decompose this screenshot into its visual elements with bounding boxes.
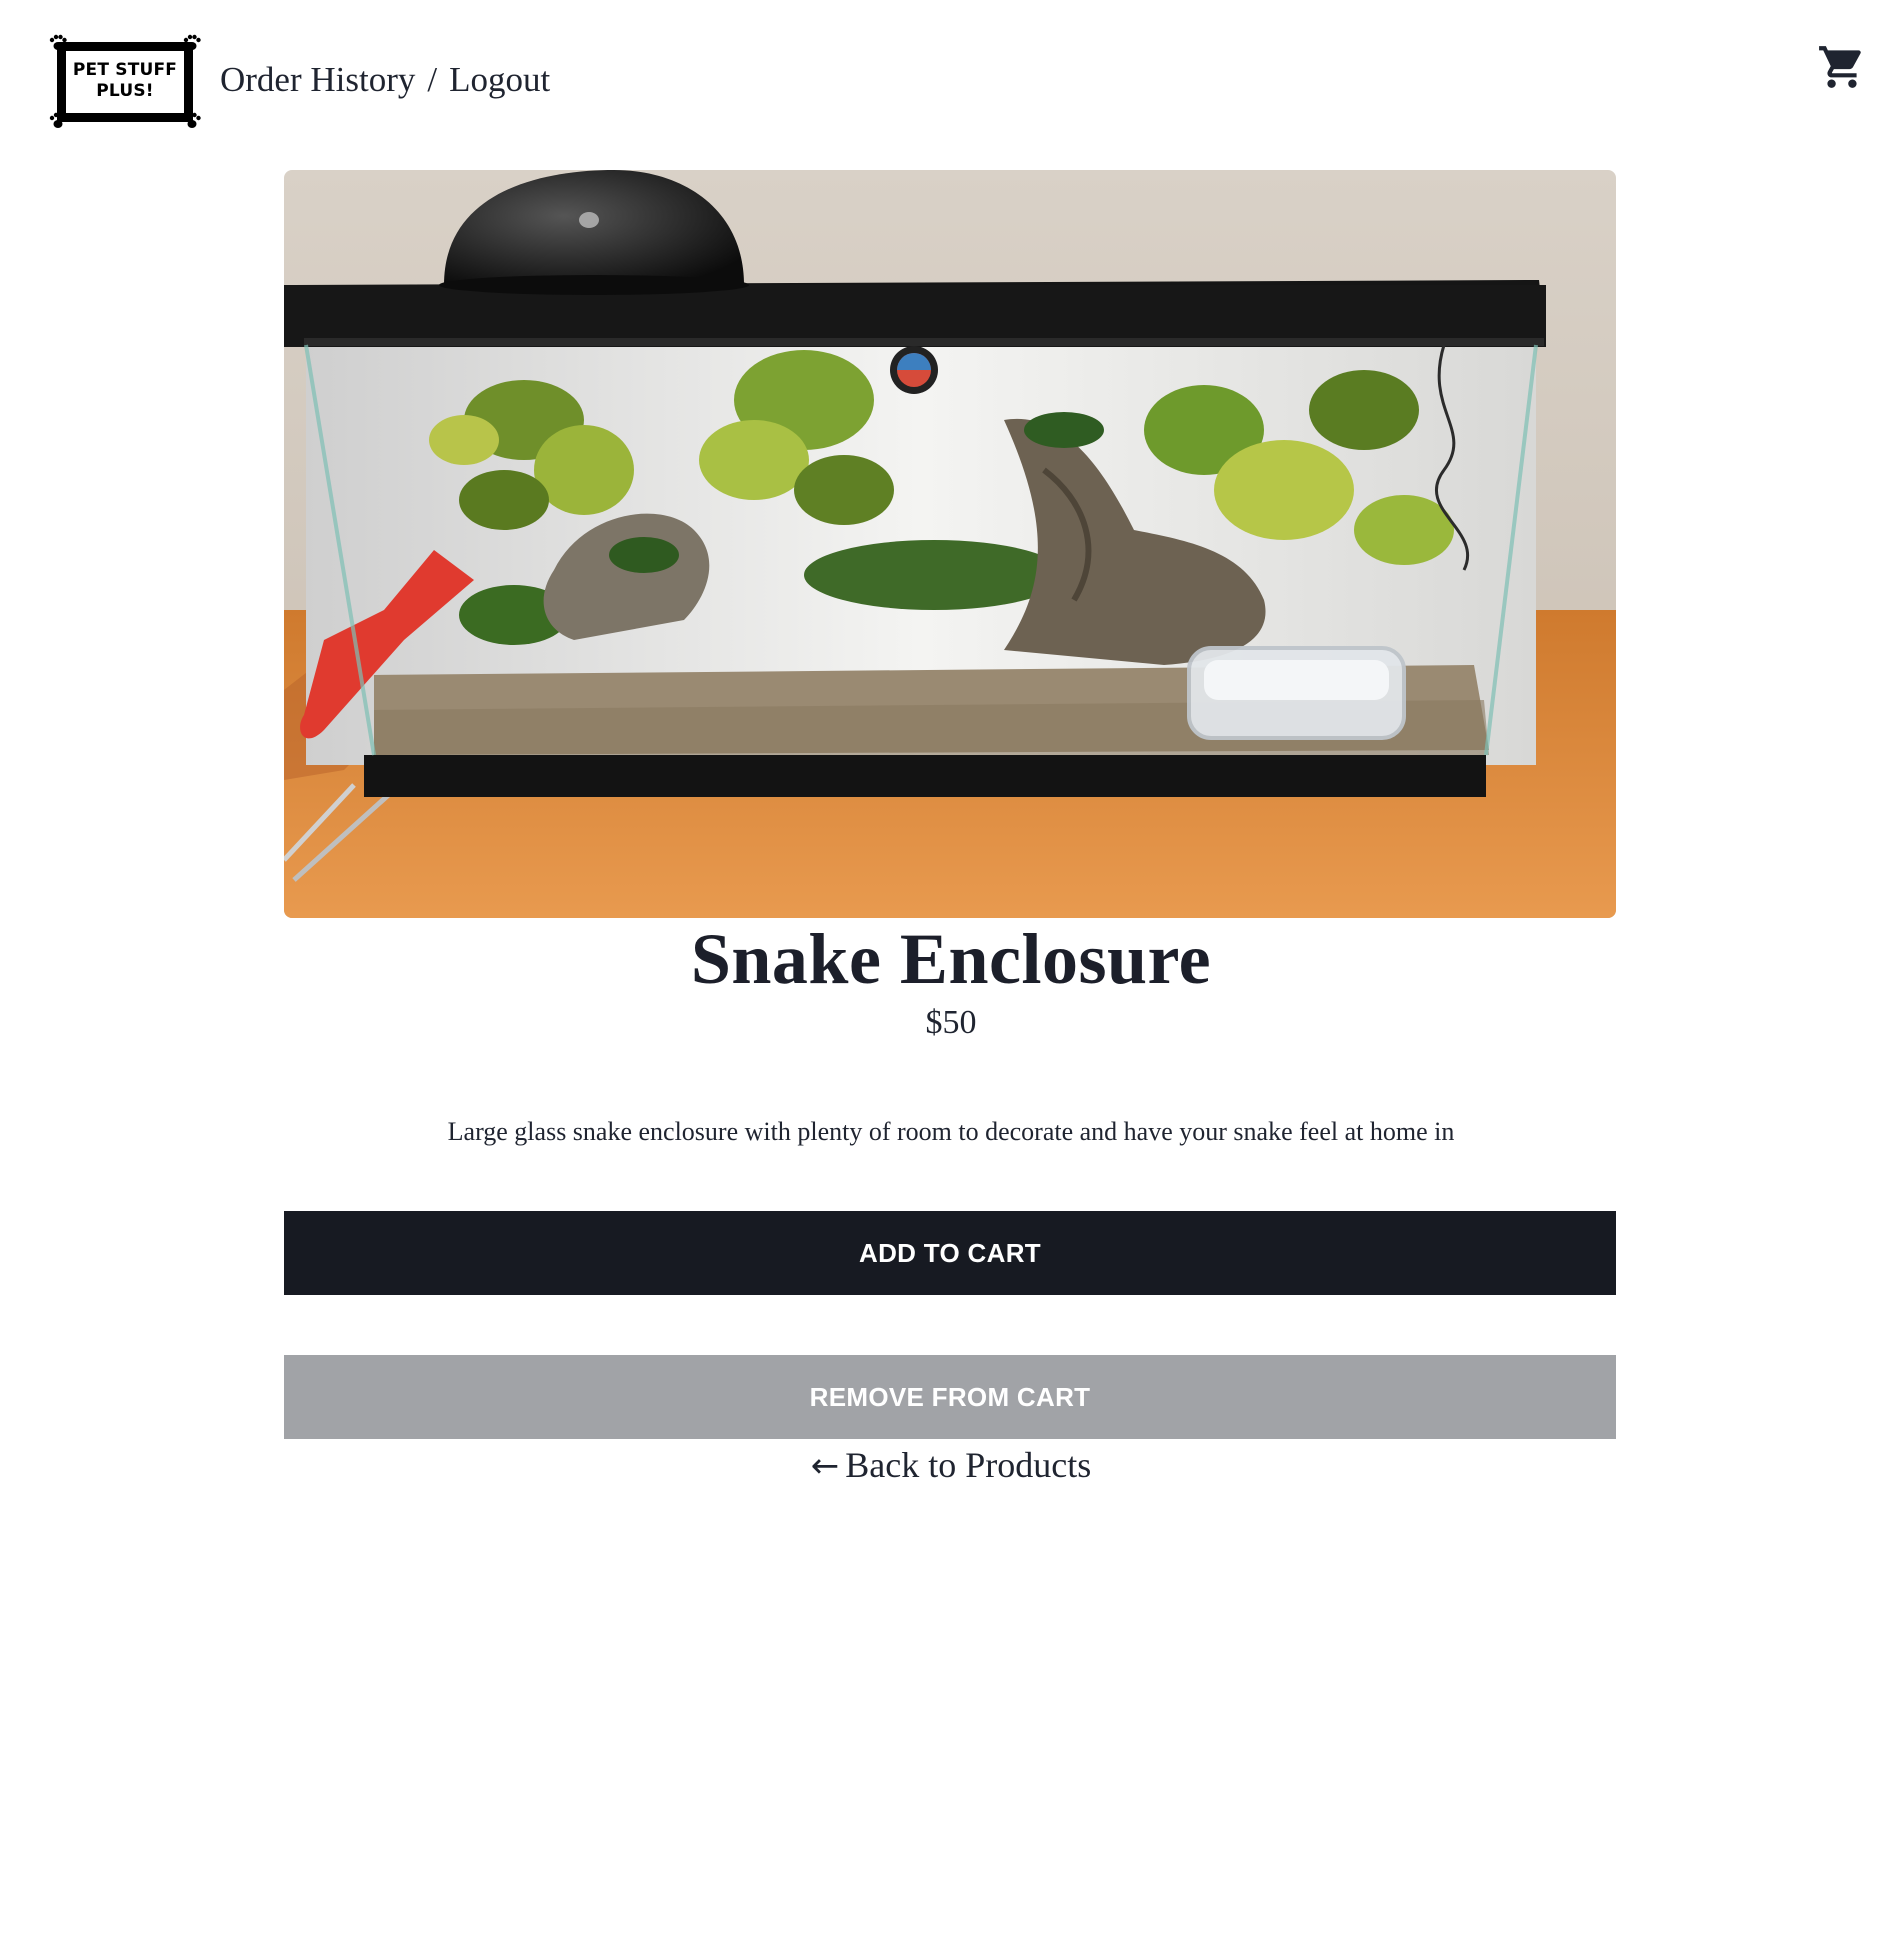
add-to-cart-button[interactable]: ADD TO CART	[284, 1211, 1616, 1295]
back-to-products-label: Back to Products	[845, 1445, 1092, 1485]
paw-icon	[49, 112, 67, 128]
product-price: $50	[925, 1004, 977, 1041]
nav-logout-link[interactable]: Logout	[449, 60, 550, 99]
logo-line-2: PLUS!	[96, 81, 154, 101]
product-title: Snake Enclosure	[690, 919, 1212, 999]
logo-line-1: PET STUFF	[72, 60, 178, 80]
top-nav: Order History / Logout	[220, 60, 550, 100]
paw-icon	[49, 34, 67, 50]
back-to-products-link[interactable]: ← Back to Products	[0, 1444, 1902, 1486]
paw-icon	[183, 112, 201, 128]
paw-icon	[183, 34, 201, 50]
nav-order-history-link[interactable]: Order History	[220, 60, 415, 99]
logo-text: PET STUFF PLUS!	[49, 60, 201, 102]
site-logo[interactable]: PET STUFF PLUS!	[49, 34, 201, 130]
product-description: Large glass snake enclosure with plenty …	[447, 1117, 1455, 1146]
nav-separator: /	[427, 60, 438, 99]
shopping-cart-icon[interactable]	[1817, 42, 1867, 92]
left-arrow-icon: ←	[810, 1446, 840, 1486]
product-image	[284, 170, 1616, 918]
remove-from-cart-button[interactable]: REMOVE FROM CART	[284, 1355, 1616, 1439]
